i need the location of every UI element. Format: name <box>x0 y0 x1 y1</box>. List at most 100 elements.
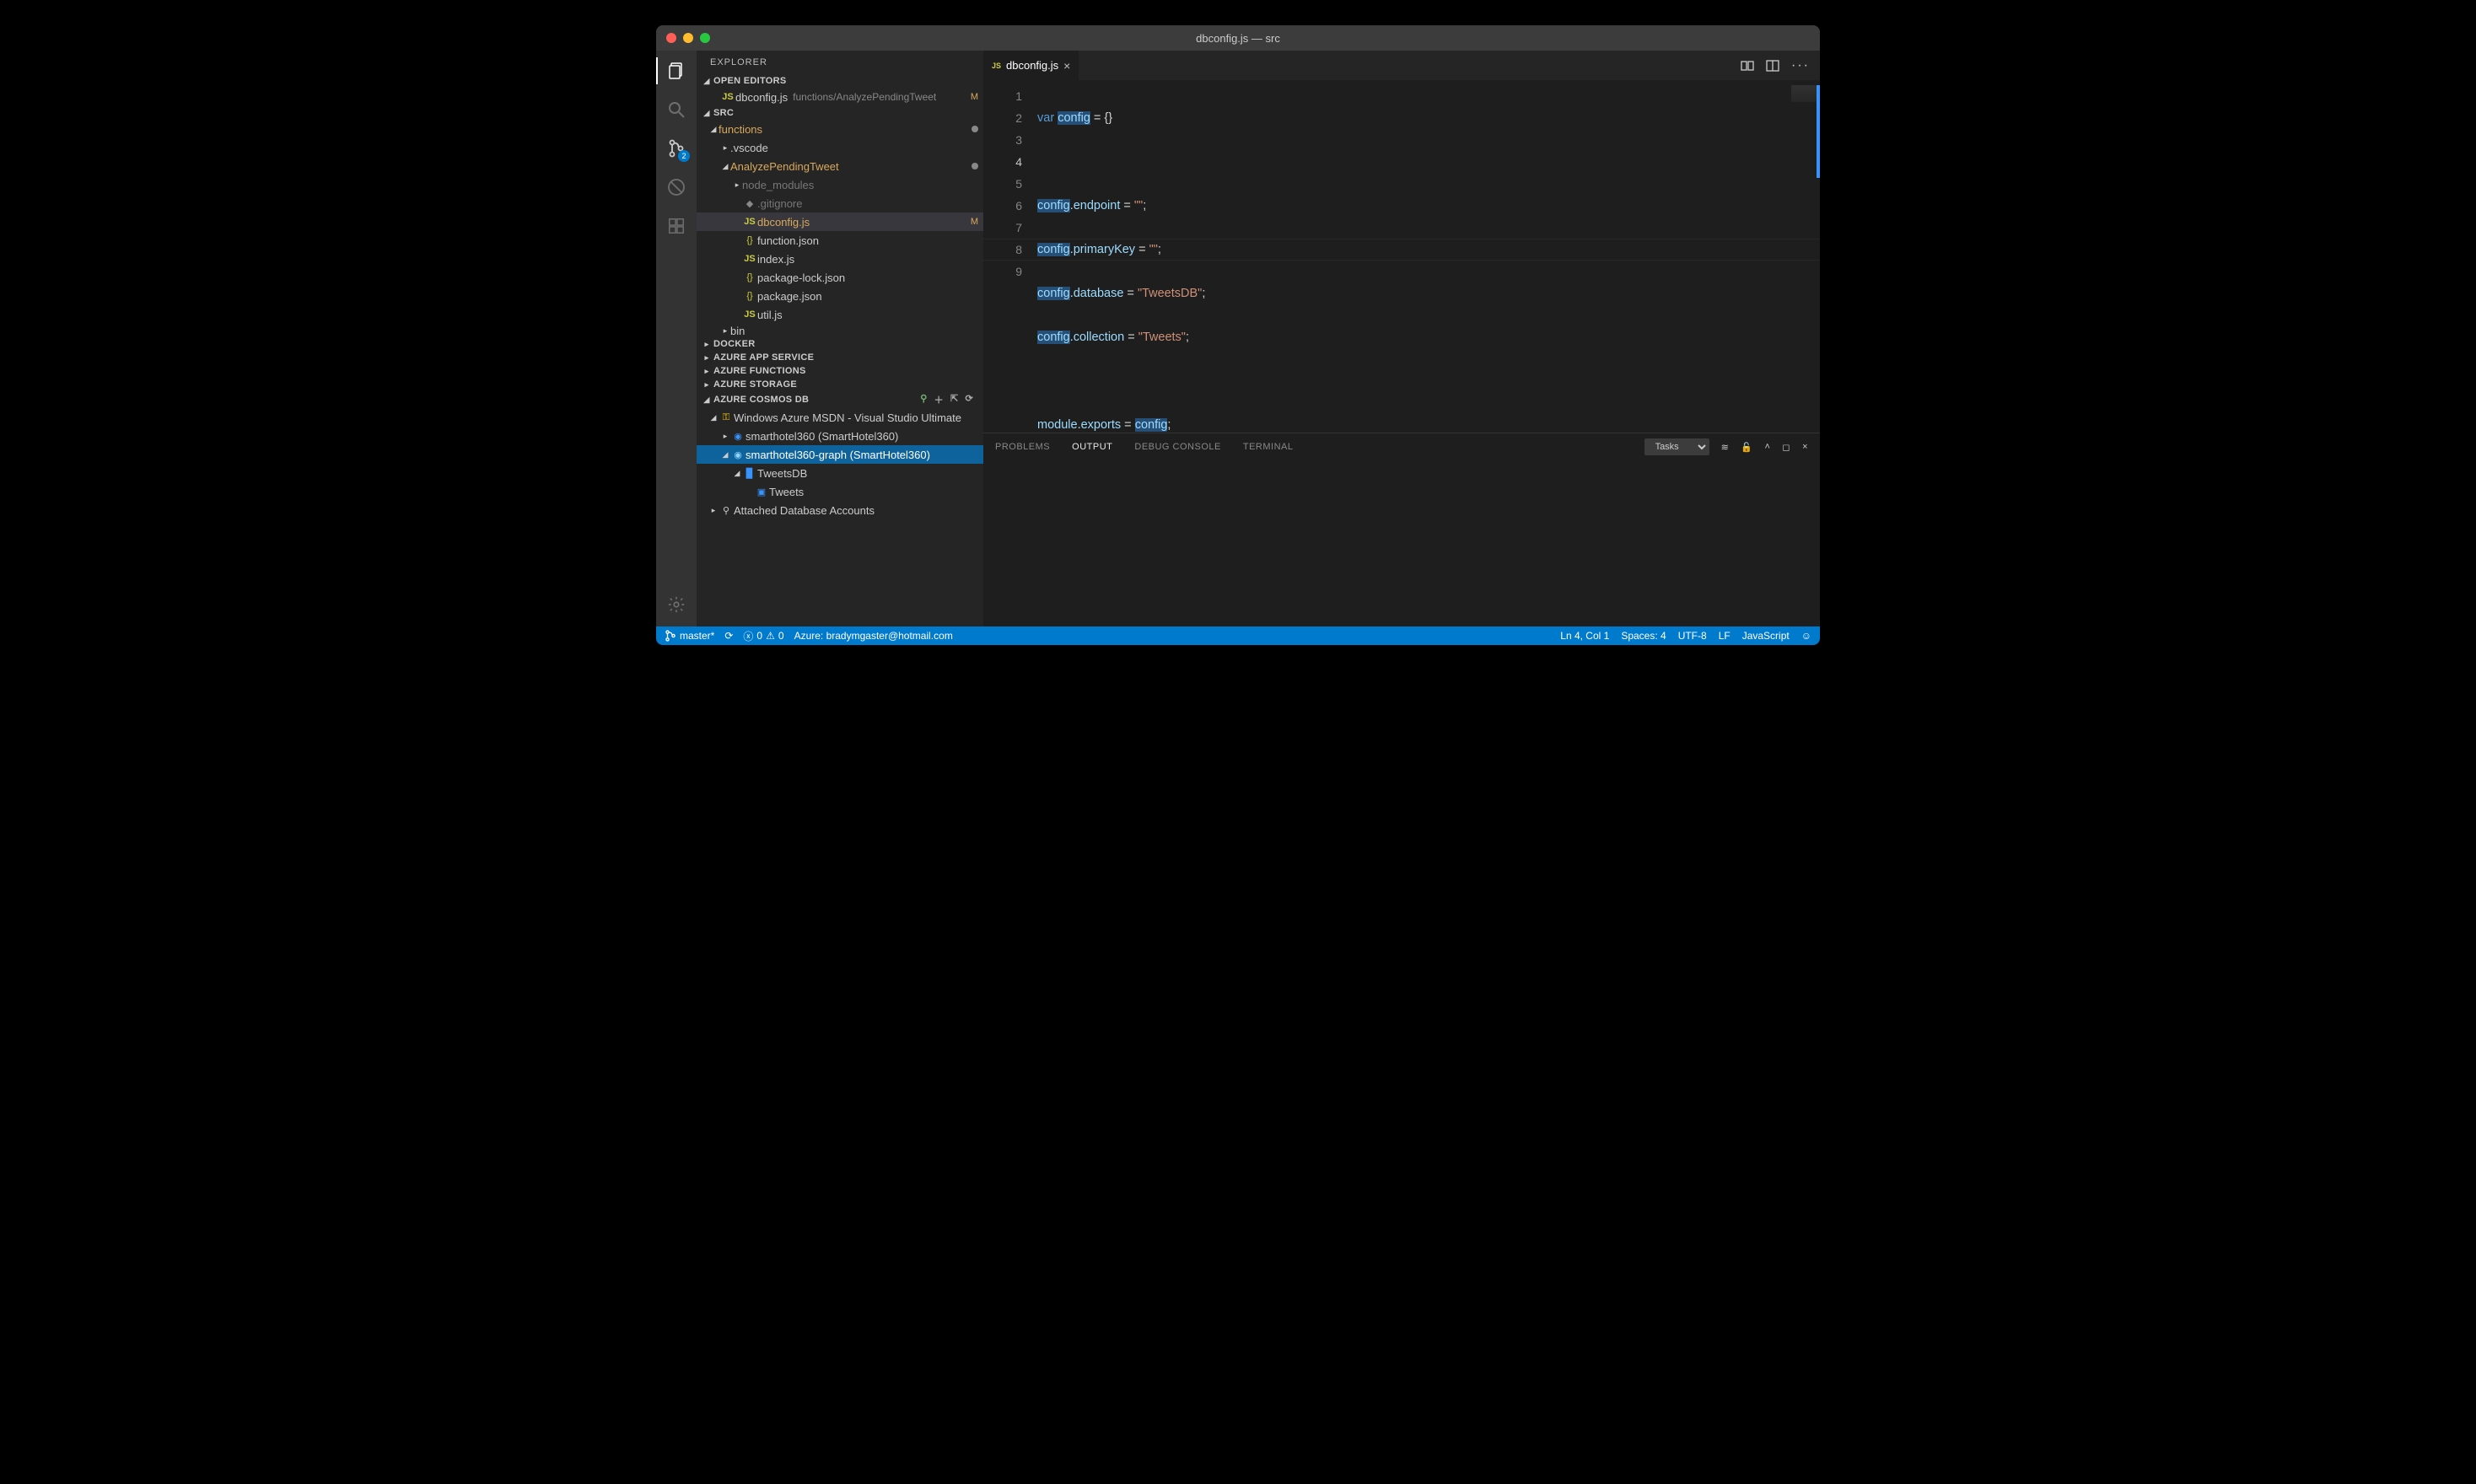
bottom-panel: PROBLEMS OUTPUT DEBUG CONSOLE TERMINAL T… <box>983 433 1820 626</box>
chevron-down-icon: ◢ <box>702 109 712 118</box>
eol-status[interactable]: LF <box>1719 630 1731 642</box>
maximize-panel-icon[interactable]: ◻ <box>1782 442 1790 453</box>
file-status: M <box>966 217 978 227</box>
compare-changes-icon[interactable] <box>1741 59 1754 73</box>
cosmos-account-1[interactable]: ▸ ◉ smarthotel360 (SmartHotel360) <box>697 427 983 445</box>
open-editor-filename: dbconfig.js <box>735 91 788 104</box>
js-file-icon: JS <box>992 62 1001 70</box>
panel-tab-debug[interactable]: DEBUG CONSOLE <box>1134 442 1220 452</box>
chevron-down-icon: ◢ <box>702 77 712 86</box>
window-controls <box>656 33 710 43</box>
file-gitignore[interactable]: ◆ .gitignore <box>697 194 983 212</box>
title-bar[interactable]: dbconfig.js — src <box>656 25 1820 51</box>
cosmos-account-icon: ◉ <box>730 449 745 460</box>
cosmos-attached[interactable]: ▸ ⚲ Attached Database Accounts <box>697 501 983 519</box>
refresh-icon[interactable]: ⟳ <box>965 393 973 406</box>
storage-section[interactable]: ▸AZURE STORAGE <box>697 378 983 391</box>
clear-output-icon[interactable]: ≋ <box>1721 442 1730 453</box>
modified-dot-icon <box>972 126 978 132</box>
file-dbconfig[interactable]: JS dbconfig.js M <box>697 212 983 231</box>
scm-badge: 2 <box>678 150 690 162</box>
file-package-lock[interactable]: {} package-lock.json <box>697 268 983 287</box>
js-file-icon: JS <box>742 309 757 320</box>
close-tab-icon[interactable]: × <box>1063 59 1070 73</box>
connect-icon[interactable]: ⚲ <box>920 393 927 406</box>
code-content[interactable]: var config = {} config.endpoint = ""; co… <box>1034 80 1820 433</box>
output-content[interactable] <box>983 460 1820 626</box>
json-file-icon: {} <box>742 235 757 245</box>
code-editor[interactable]: 123 456 789 var config = {} config.endpo… <box>983 80 1820 433</box>
cosmos-subscription[interactable]: ◢ ⚿ Windows Azure MSDN - Visual Studio U… <box>697 408 983 427</box>
lock-scroll-icon[interactable]: 🔓 <box>1741 442 1752 453</box>
editor-tabs: JS dbconfig.js × ··· <box>983 51 1820 80</box>
search-activity-icon[interactable] <box>665 98 688 121</box>
open-editors-header[interactable]: ◢ OPEN EDITORS <box>697 74 983 88</box>
output-channel-select[interactable]: Tasks <box>1644 438 1709 455</box>
folder-functions[interactable]: ◢ functions <box>697 120 983 138</box>
close-panel-icon[interactable]: × <box>1802 442 1808 452</box>
editor-tab-dbconfig[interactable]: JS dbconfig.js × <box>983 51 1079 80</box>
editor-actions: ··· <box>1741 51 1820 80</box>
appservice-section[interactable]: ▸AZURE APP SERVICE <box>697 351 983 364</box>
folder-bin[interactable]: ▸ bin <box>697 324 983 337</box>
json-file-icon: {} <box>742 291 757 301</box>
src-header[interactable]: ◢ SRC <box>697 106 983 120</box>
file-util-js[interactable]: JS util.js <box>697 305 983 324</box>
chevron-up-icon[interactable]: ˄ <box>1764 442 1770 452</box>
chevron-right-icon: ▸ <box>702 380 712 390</box>
docker-section[interactable]: ▸DOCKER <box>697 337 983 351</box>
panel-tab-problems[interactable]: PROBLEMS <box>995 442 1050 452</box>
cursor-position-status[interactable]: Ln 4, Col 1 <box>1560 630 1609 642</box>
cosmos-account-2[interactable]: ◢ ◉ smarthotel360-graph (SmartHotel360) <box>697 445 983 464</box>
panel-tab-terminal[interactable]: TERMINAL <box>1243 442 1294 452</box>
folder-analyze[interactable]: ◢ AnalyzePendingTweet <box>697 157 983 175</box>
collapse-icon[interactable]: ⇱ <box>950 393 959 406</box>
minimap[interactable] <box>1791 85 1817 102</box>
minimize-window-button[interactable] <box>683 33 693 43</box>
feedback-icon[interactable]: ☺ <box>1801 630 1811 642</box>
indentation-status[interactable]: Spaces: 4 <box>1621 630 1666 642</box>
folder-vscode[interactable]: ▸ .vscode <box>697 138 983 157</box>
file-index-js[interactable]: JS index.js <box>697 250 983 268</box>
azure-account-status[interactable]: Azure: bradymgaster@hotmail.com <box>794 630 953 642</box>
line-numbers: 123 456 789 <box>983 80 1034 433</box>
open-editor-status: M <box>966 92 978 102</box>
key-icon: ⚿ <box>719 412 734 423</box>
chevron-right-icon: ▸ <box>702 340 712 349</box>
plug-icon: ⚲ <box>719 505 734 516</box>
extensions-activity-icon[interactable] <box>665 214 688 238</box>
cosmos-collection[interactable]: ▣ Tweets <box>697 482 983 501</box>
sync-status[interactable]: ⟳ <box>724 630 733 642</box>
file-package-json[interactable]: {} package.json <box>697 287 983 305</box>
js-file-icon: JS <box>742 254 757 264</box>
git-branch-status[interactable]: master* <box>665 630 714 642</box>
file-tree: ◢ functions ▸ .vscode ◢ AnalyzePendingTw… <box>697 120 983 337</box>
panel-tab-output[interactable]: OUTPUT <box>1072 442 1112 452</box>
js-file-icon: JS <box>720 92 735 102</box>
vscode-window: dbconfig.js — src 2 <box>656 25 1820 645</box>
sidebar-title: EXPLORER <box>697 51 983 74</box>
split-editor-icon[interactable] <box>1766 59 1779 73</box>
problems-status[interactable]: ⓧ 0 ⚠ 0 <box>743 629 783 643</box>
workbench: 2 EXPLORER ◢ OPEN EDITORS JS <box>656 51 1820 626</box>
azurefunctions-section[interactable]: ▸AZURE FUNCTIONS <box>697 364 983 378</box>
add-icon[interactable]: ＋ <box>934 393 944 406</box>
close-window-button[interactable] <box>666 33 676 43</box>
cosmos-section[interactable]: ◢AZURE COSMOS DB ⚲ ＋ ⇱ ⟳ <box>697 391 983 408</box>
language-mode-status[interactable]: JavaScript <box>1742 630 1790 642</box>
activity-bar: 2 <box>656 51 697 626</box>
json-file-icon: {} <box>742 272 757 282</box>
settings-gear-icon[interactable] <box>665 593 688 616</box>
explorer-activity-icon[interactable] <box>665 59 688 83</box>
zoom-window-button[interactable] <box>700 33 710 43</box>
folder-node-modules[interactable]: ▸ node_modules <box>697 175 983 194</box>
file-function-json[interactable]: {} function.json <box>697 231 983 250</box>
cosmos-database[interactable]: ◢ ▉ TweetsDB <box>697 464 983 482</box>
encoding-status[interactable]: UTF-8 <box>1678 630 1707 642</box>
src-label: SRC <box>713 108 734 118</box>
cosmos-tree: ◢ ⚿ Windows Azure MSDN - Visual Studio U… <box>697 408 983 519</box>
debug-activity-icon[interactable] <box>665 175 688 199</box>
scm-activity-icon[interactable]: 2 <box>665 137 688 160</box>
more-actions-icon[interactable]: ··· <box>1791 58 1810 73</box>
open-editor-item[interactable]: JS dbconfig.js functions/AnalyzePendingT… <box>697 88 983 106</box>
